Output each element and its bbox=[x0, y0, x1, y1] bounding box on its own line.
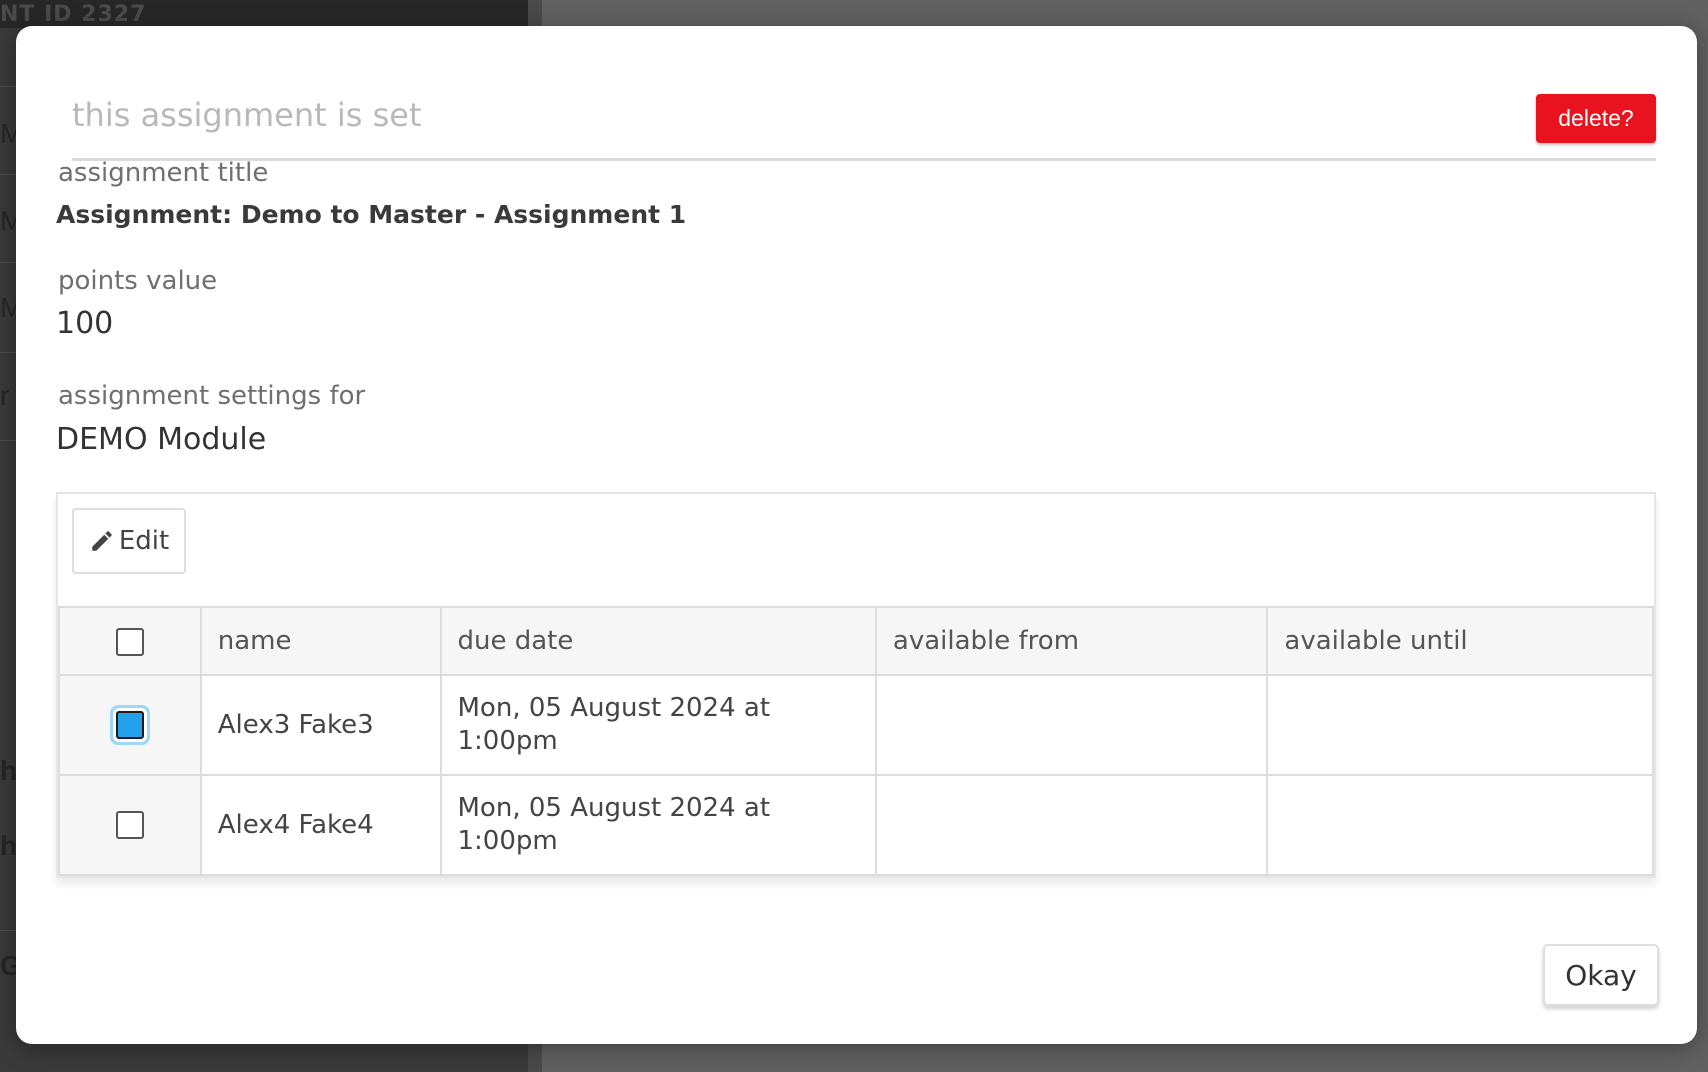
background-letter: M bbox=[0, 292, 16, 323]
column-header-available-from[interactable]: available from bbox=[874, 606, 1269, 676]
background-row-divider bbox=[0, 440, 16, 441]
background-row-divider bbox=[0, 86, 16, 87]
column-header-available-until[interactable]: available until bbox=[1266, 606, 1654, 676]
edit-button[interactable]: Edit bbox=[72, 508, 186, 574]
background-row-divider bbox=[0, 352, 16, 353]
assignment-title-label: assignment title bbox=[58, 158, 269, 188]
background-row-divider bbox=[0, 262, 16, 263]
delete-button[interactable]: delete? bbox=[1536, 94, 1656, 143]
table-header-row: name due date available from available u… bbox=[58, 606, 1654, 676]
row-select-cell bbox=[58, 774, 202, 876]
row-select-cell bbox=[58, 674, 202, 776]
assignment-settings-label: assignment settings for bbox=[58, 381, 366, 411]
table-row[interactable]: Alex3 Fake3 Mon, 05 August 2024 at 1:00p… bbox=[58, 674, 1654, 776]
available-from-cell bbox=[874, 674, 1269, 776]
background-letter: r bbox=[0, 380, 10, 411]
due-date-cell: Mon, 05 August 2024 at 1:00pm bbox=[439, 774, 877, 876]
edit-button-label: Edit bbox=[118, 526, 170, 556]
due-date-cell: Mon, 05 August 2024 at 1:00pm bbox=[439, 674, 877, 776]
student-name-cell: Alex4 Fake4 bbox=[199, 774, 442, 876]
column-header-due-date[interactable]: due date bbox=[439, 606, 877, 676]
background-letter: h bbox=[0, 755, 16, 786]
table-row[interactable]: Alex4 Fake4 Mon, 05 August 2024 at 1:00p… bbox=[58, 774, 1654, 876]
points-value: 100 bbox=[56, 306, 114, 341]
assignment-modal: this assignment is set delete? assignmen… bbox=[16, 26, 1697, 1044]
background-letter: G bbox=[0, 950, 16, 981]
row-checkbox[interactable] bbox=[115, 811, 144, 839]
status-row: this assignment is set delete? bbox=[72, 68, 1656, 162]
background-letter: h bbox=[0, 830, 16, 861]
assignment-settings-value: DEMO Module bbox=[56, 422, 267, 457]
column-header-name[interactable]: name bbox=[199, 606, 442, 676]
students-table: name due date available from available u… bbox=[58, 606, 1654, 876]
background-letter: M bbox=[0, 118, 16, 149]
settings-panel: Edit name due date available from availa… bbox=[56, 492, 1656, 878]
okay-button[interactable]: Okay bbox=[1543, 944, 1659, 1006]
points-value-label: points value bbox=[58, 266, 218, 296]
student-name-cell: Alex3 Fake3 bbox=[199, 674, 442, 776]
background-row-divider bbox=[0, 930, 16, 931]
background-row-divider bbox=[0, 174, 16, 175]
background-letter: M bbox=[0, 205, 16, 236]
assignment-title-value: Assignment: Demo to Master - Assignment … bbox=[56, 200, 687, 229]
assignment-status-text: this assignment is set bbox=[72, 96, 422, 134]
status-underline bbox=[72, 158, 1656, 161]
row-checkbox[interactable] bbox=[115, 711, 144, 739]
available-until-cell bbox=[1266, 674, 1654, 776]
select-all-checkbox[interactable] bbox=[115, 627, 144, 656]
background-id-text: NT ID 2327 bbox=[0, 2, 147, 27]
background-topbar: NT ID 2327 bbox=[0, 0, 528, 28]
select-all-cell bbox=[58, 606, 202, 676]
available-until-cell bbox=[1266, 774, 1654, 876]
pencil-icon bbox=[92, 531, 112, 551]
available-from-cell bbox=[874, 774, 1269, 876]
